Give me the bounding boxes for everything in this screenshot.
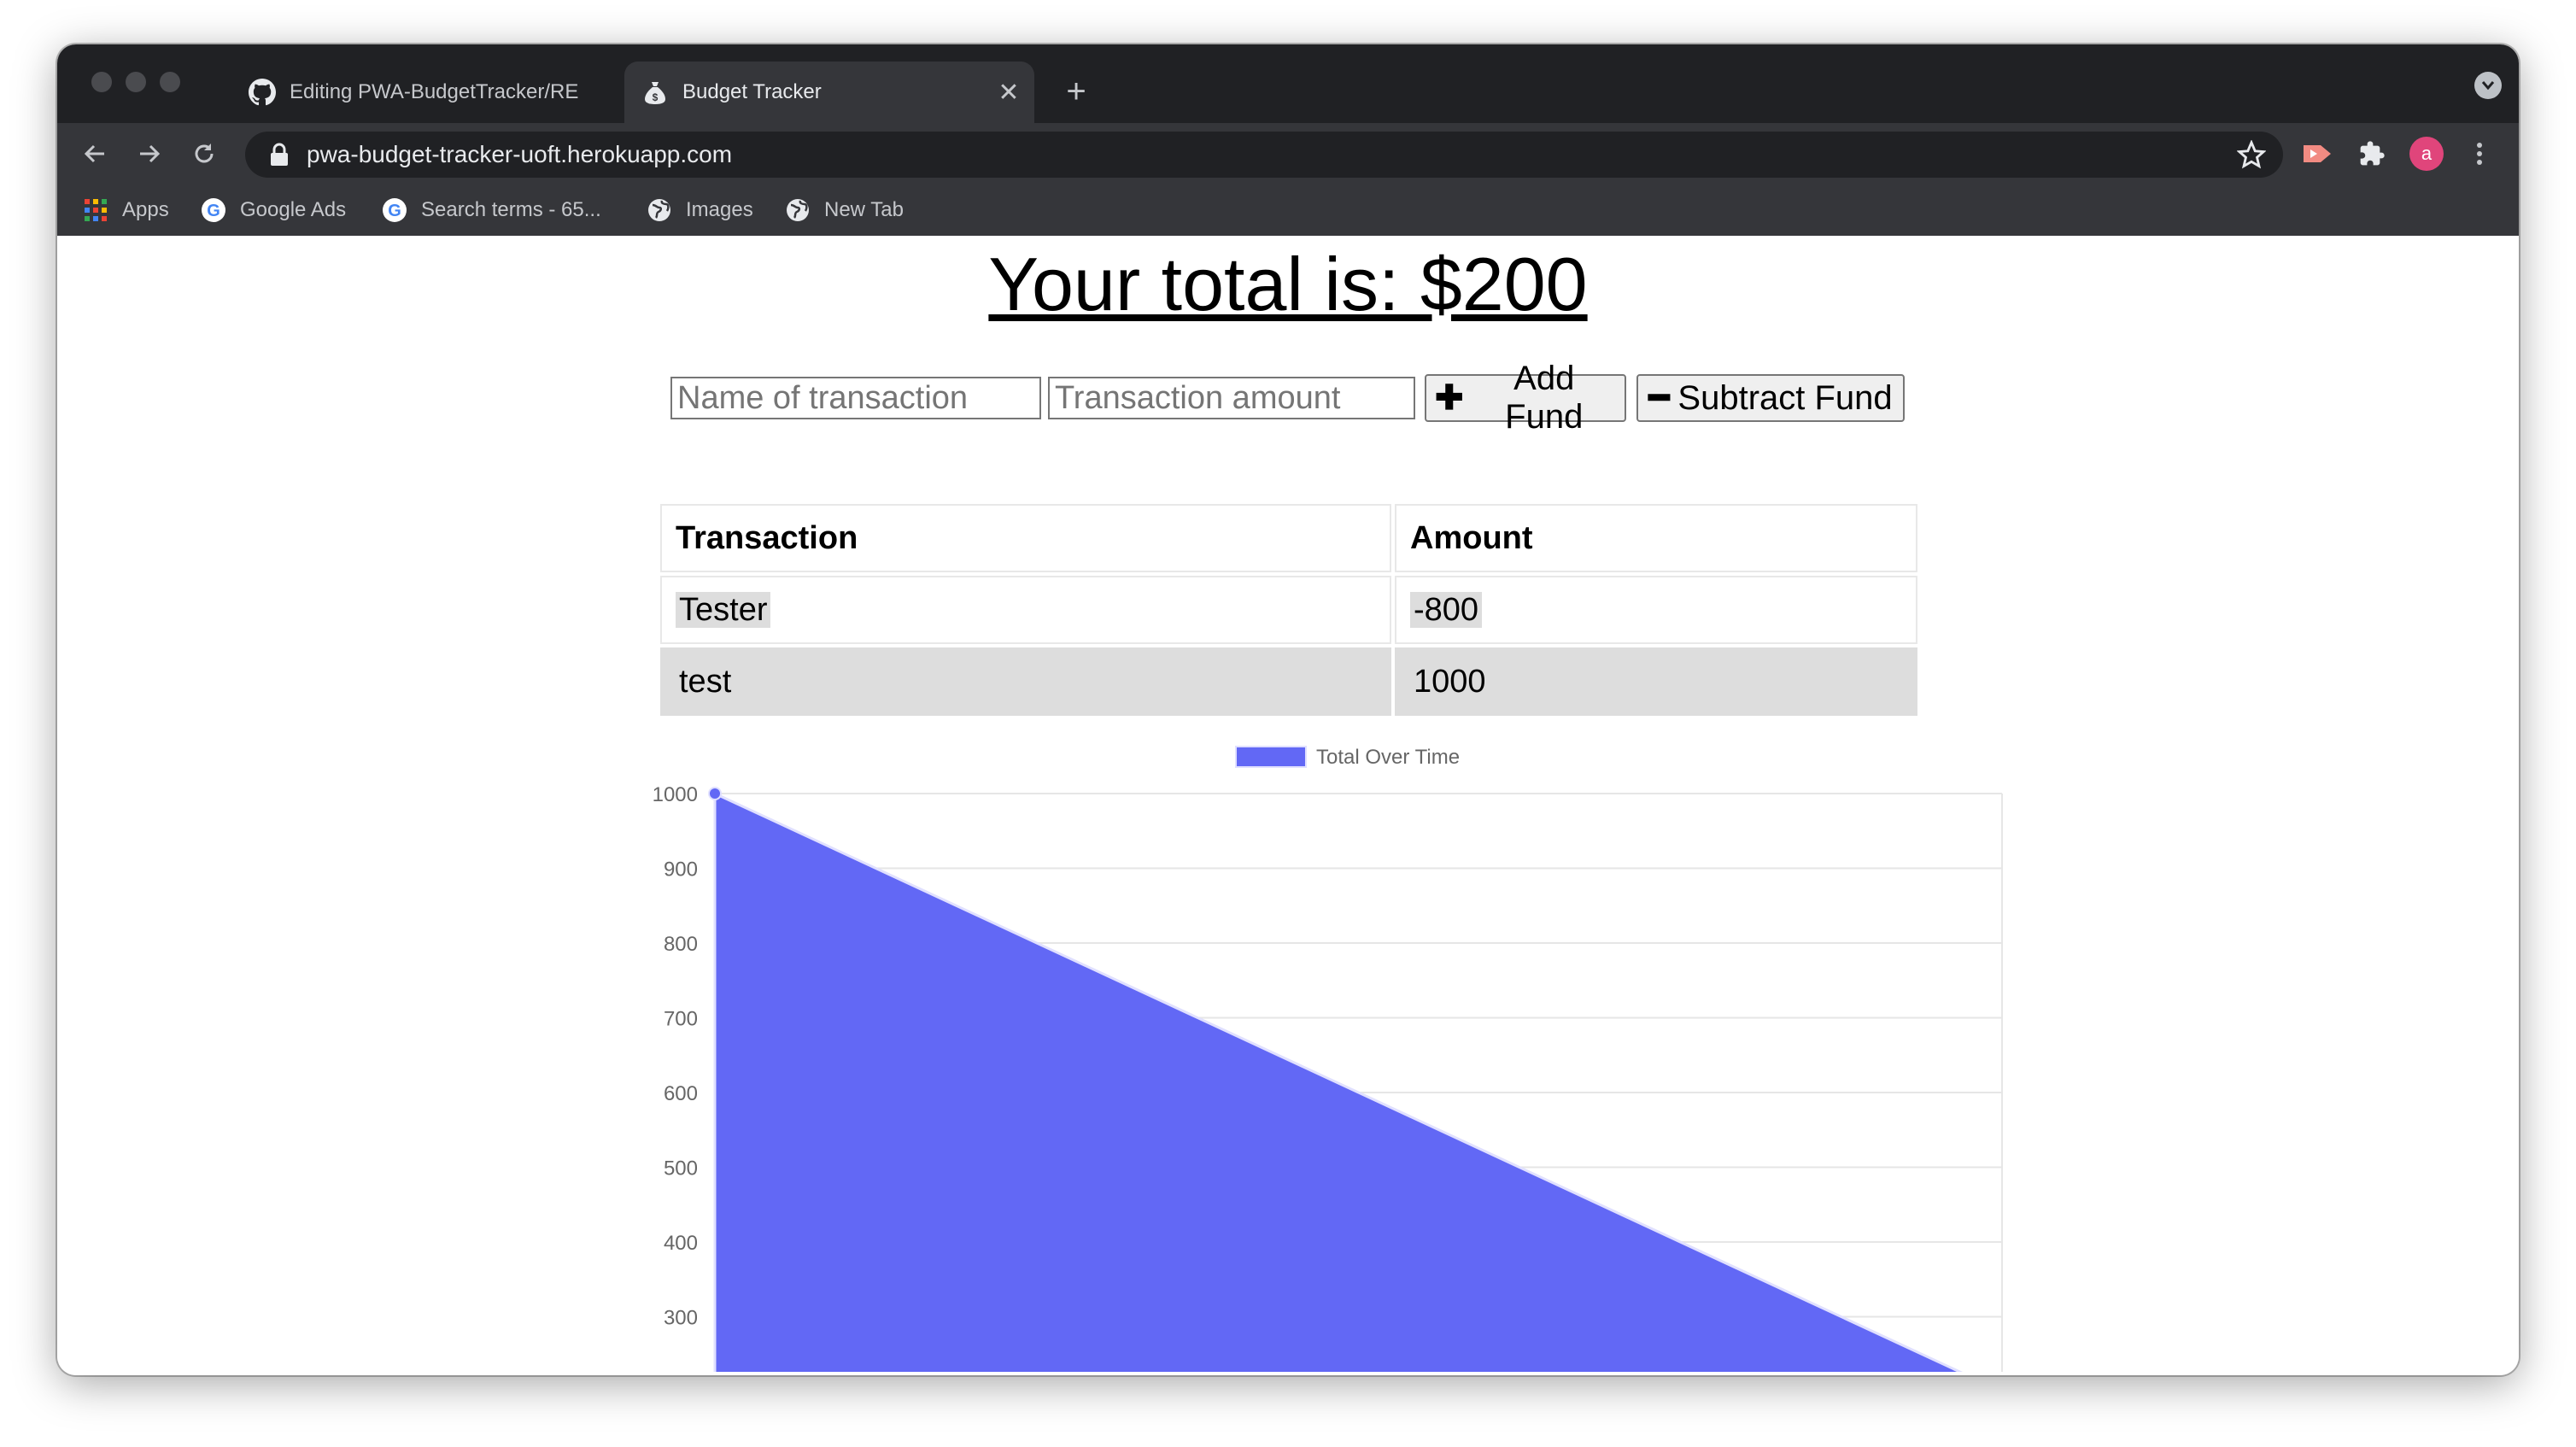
y-tick-label: 900 [664,858,698,882]
series-area [713,791,1964,1372]
new-tab-button[interactable]: + [1055,70,1098,113]
transaction-amount-cell: 1000 [1395,647,1917,716]
globe-icon [787,199,809,221]
data-point [708,787,722,800]
tab-editing-readme[interactable]: Editing PWA-BudgetTracker/RE ✕ [231,62,676,123]
y-tick-label: 600 [664,1082,698,1105]
bookmark-label: Google Ads [240,198,347,221]
google-icon: G [202,198,225,222]
tab-budget-tracker[interactable]: $ Budget Tracker ✕ [624,62,1034,123]
puzzle-piece-icon [2360,141,2385,166]
globe-icon [648,199,670,221]
svg-text:G: G [207,202,220,220]
add-fund-label: Add Fund [1505,360,1584,436]
subtract-fund-button[interactable]: ━ Subtract Fund [1636,374,1905,422]
video-extension-icon [2304,145,2331,162]
transaction-name-input[interactable] [670,377,1041,419]
extensions-button[interactable] [2351,133,2392,174]
profile-button[interactable]: a [2406,133,2447,174]
add-fund-button[interactable]: ✚ Add Fund [1425,360,1626,436]
more-vertical-icon [2477,143,2482,165]
tab-strip: Editing PWA-BudgetTracker/RE ✕ $ Budget … [57,44,2519,123]
close-tab-icon[interactable]: ✕ [992,75,1026,109]
column-header-transaction: Transaction [660,504,1391,572]
legend-label: Total Over Time [1316,746,1460,769]
bookmark-label: Images [686,198,753,221]
close-window-button[interactable] [91,72,112,92]
total-over-time-chart: 10009008007006005004003002004/18/20214/1… [653,746,2003,1372]
money-bag-icon: $ [645,82,665,104]
tab-title: Editing PWA-BudgetTracker/RE [290,80,579,103]
transaction-name-cell: Tester [660,576,1391,644]
tab-search-icon[interactable] [2474,72,2502,99]
back-button[interactable] [74,133,115,174]
transaction-amount-input[interactable] [1048,377,1415,419]
zoom-window-button[interactable] [160,72,180,92]
minimize-window-button[interactable] [126,72,146,92]
table-row: Tester -800 [660,576,1917,644]
minus-icon: ━ [1648,379,1670,417]
github-icon [249,79,276,106]
bookmark-google-ads[interactable]: G Google Ads [201,195,346,226]
lock-icon [271,143,288,166]
bookmark-label: Search terms - 65... [421,198,601,221]
svg-text:$: $ [653,91,659,103]
reload-button[interactable] [184,133,225,174]
bookmarks-bar: Apps G Google Ads G Search terms - 65...… [57,185,2519,237]
arrow-left-icon [84,144,104,163]
bookmark-label: New Tab [824,198,904,221]
chrome-menu-button[interactable] [2459,133,2500,174]
google-icon: G [383,198,407,222]
url-text: pwa-budget-tracker-uoft.herokuapp.com [307,141,733,167]
browser-toolbar: pwa-budget-tracker-uoft.herokuapp.com a [57,123,2519,185]
forward-button[interactable] [129,133,170,174]
bookmark-label: Apps [122,198,169,221]
bookmark-search-terms[interactable]: G Search terms - 65... [382,195,601,226]
tab-title: Budget Tracker [682,80,822,103]
legend-swatch [1235,746,1307,768]
y-tick-label: 800 [664,933,698,956]
table-row: test 1000 [660,647,1917,716]
address-bar[interactable]: pwa-budget-tracker-uoft.herokuapp.com [245,132,2283,178]
bookmark-apps[interactable]: Apps [83,195,169,226]
extension-button[interactable] [2297,133,2338,174]
y-tick-label: 1000 [653,783,698,806]
avatar: a [2409,137,2444,171]
y-tick-label: 500 [664,1157,698,1180]
apps-grid-icon [85,199,107,221]
bookmark-new-tab[interactable]: New Tab [785,195,904,226]
bookmark-images[interactable]: Images [647,195,753,226]
transactions-table: Transaction Amount Tester -800 test 1000 [657,501,1921,719]
transaction-amount-cell: -800 [1395,576,1917,644]
transaction-name-cell: test [660,647,1391,716]
bookmark-star-icon[interactable] [2237,140,2266,169]
arrow-right-icon [140,144,161,163]
transaction-form: ✚ Add Fund ━ Subtract Fund [57,360,2519,436]
y-tick-label: 300 [664,1307,698,1330]
y-tick-label: 400 [664,1232,698,1255]
y-tick-label: 700 [664,1008,698,1031]
browser-window: Editing PWA-BudgetTracker/RE ✕ $ Budget … [57,44,2519,1375]
table-header-row: Transaction Amount [660,504,1917,572]
svg-text:G: G [388,202,401,220]
page-content: Your total is: $200 ✚ Add Fund ━ Subtrac… [57,236,2519,1375]
subtract-fund-label: Subtract Fund [1677,378,1893,417]
column-header-amount: Amount [1395,504,1917,572]
plus-icon: ✚ [1435,379,1464,417]
total-heading: Your total is: $200 [988,242,1588,326]
reload-icon [195,144,214,163]
